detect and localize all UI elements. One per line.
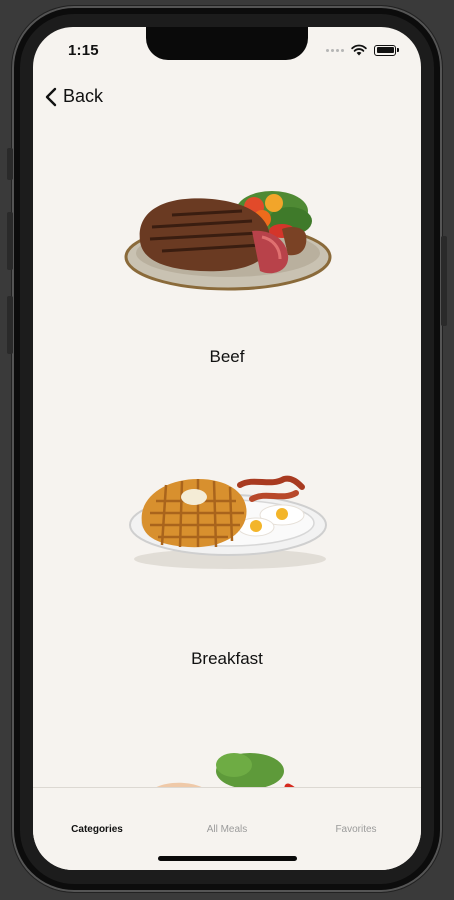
- home-indicator[interactable]: [158, 856, 297, 861]
- tab-categories[interactable]: Categories: [42, 824, 152, 835]
- battery-icon: [374, 44, 399, 56]
- power-button: [441, 236, 447, 326]
- chicken-image: [156, 753, 295, 787]
- category-item-beef[interactable]: Beef: [33, 127, 421, 397]
- beef-image: [124, 191, 332, 291]
- app-screen: 1:15 Back Beef Breakfast Categories All …: [33, 27, 421, 870]
- mute-switch: [7, 148, 13, 180]
- wifi-icon: [351, 44, 367, 56]
- category-label: Breakfast: [191, 649, 263, 668]
- back-button[interactable]: Back: [39, 82, 109, 111]
- category-list[interactable]: Beef Breakfast: [33, 127, 421, 787]
- category-label: Beef: [209, 347, 245, 366]
- chevron-left-icon: [45, 87, 57, 106]
- back-label: Back: [63, 86, 104, 106]
- cellular-signal-icon: [326, 48, 344, 52]
- status-time: 1:15: [68, 42, 99, 59]
- notch: [146, 27, 308, 60]
- tab-all-meals[interactable]: All Meals: [172, 824, 282, 835]
- category-item-chicken[interactable]: [33, 737, 421, 787]
- breakfast-image: [129, 475, 327, 569]
- status-icons: [326, 44, 399, 56]
- category-item-breakfast[interactable]: Breakfast: [33, 447, 421, 687]
- volume-down-button: [7, 296, 13, 354]
- volume-up-button: [7, 212, 13, 270]
- tab-favorites[interactable]: Favorites: [301, 824, 411, 835]
